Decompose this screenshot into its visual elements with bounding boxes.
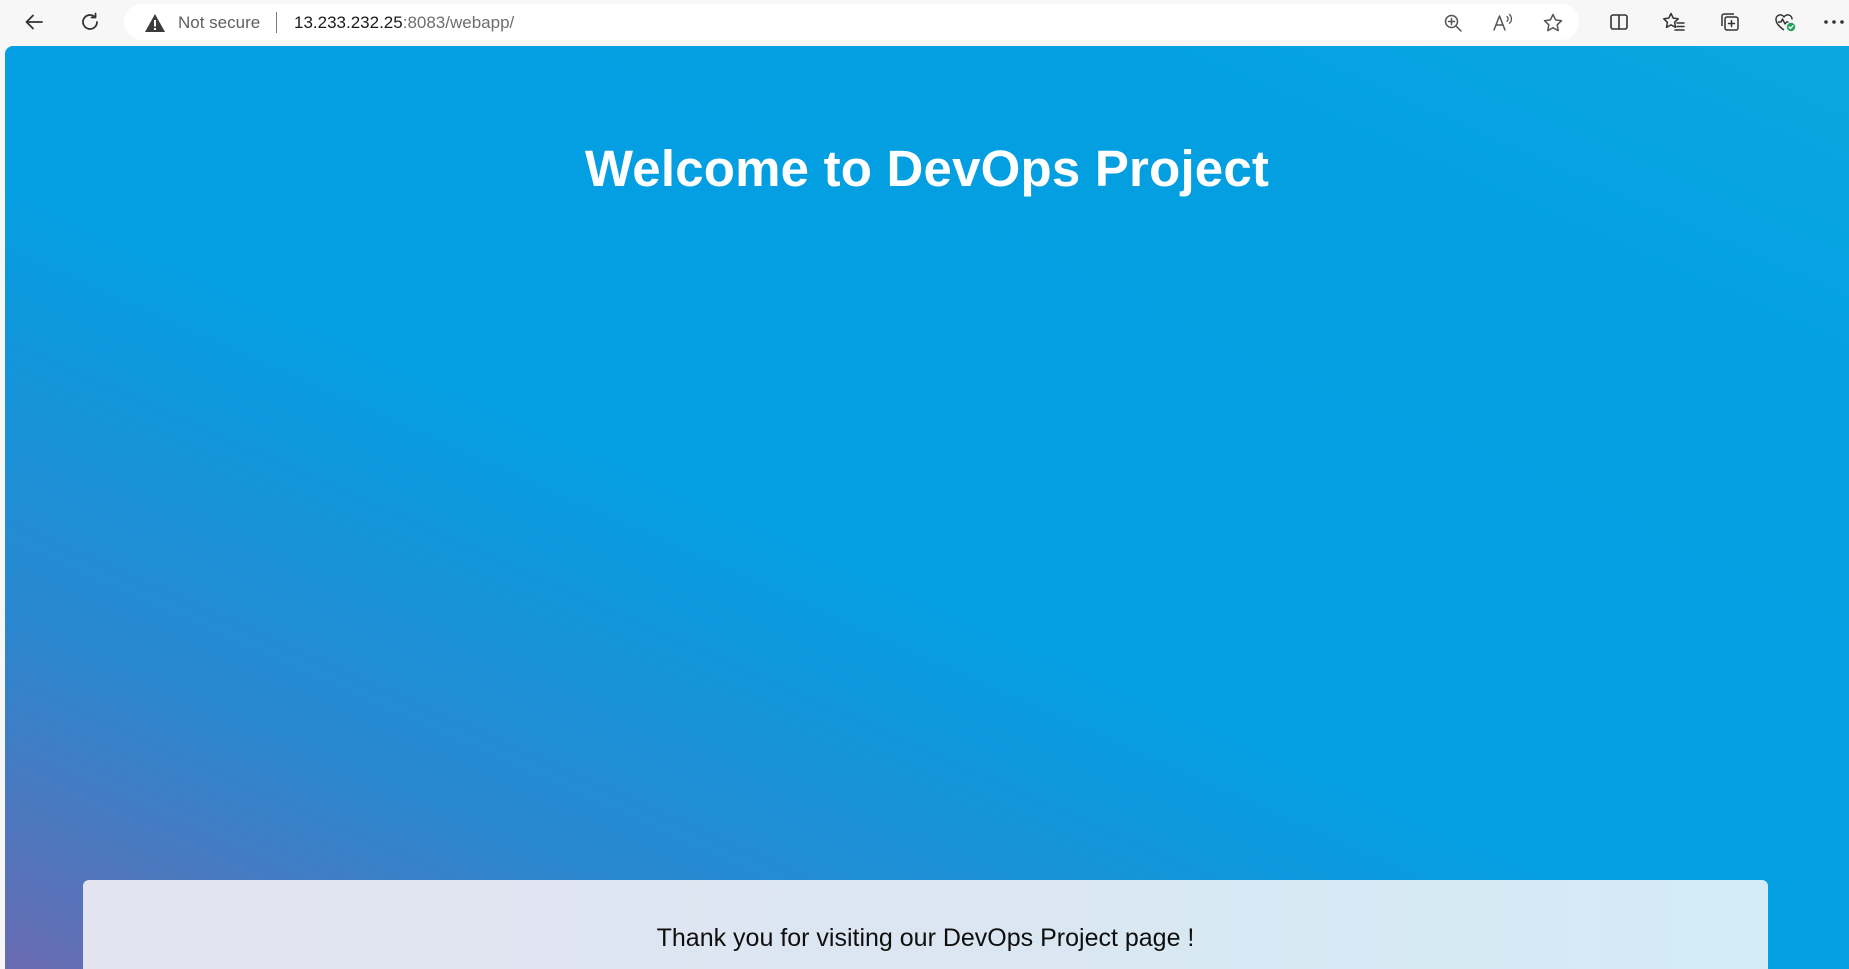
address-bar[interactable]: Not secure 13.233.232.25:8083/webapp/ <box>124 4 1579 40</box>
browser-essentials-button[interactable] <box>1767 6 1803 38</box>
security-status-label[interactable]: Not secure <box>178 13 260 33</box>
favorites-icon <box>1662 11 1686 33</box>
read-aloud-icon[interactable] <box>1488 10 1518 36</box>
collections-button[interactable] <box>1712 6 1748 38</box>
back-arrow-icon <box>23 11 45 33</box>
footer-card: Thank you for visiting our DevOps Projec… <box>83 880 1768 969</box>
split-screen-icon <box>1608 11 1630 33</box>
favorites-button[interactable] <box>1656 6 1692 38</box>
more-menu-button[interactable] <box>1819 6 1849 38</box>
page-title: Welcome to DevOps Project <box>584 140 1270 197</box>
url-host: 13.233.232.25 <box>294 13 403 32</box>
address-separator <box>276 12 277 33</box>
page-viewport: Welcome to DevOps Project Thank you for … <box>5 46 1849 969</box>
warning-triangle-icon[interactable] <box>144 13 166 33</box>
refresh-button[interactable] <box>72 6 108 38</box>
more-menu-icon <box>1822 18 1846 26</box>
back-button[interactable] <box>16 6 52 38</box>
refresh-icon <box>79 11 101 33</box>
browser-essentials-icon <box>1773 11 1797 33</box>
collections-icon <box>1719 11 1741 33</box>
footer-message: Thank you for visiting our DevOps Projec… <box>656 924 1195 952</box>
split-screen-button[interactable] <box>1601 6 1637 38</box>
star-icon[interactable] <box>1538 10 1568 36</box>
url-path: :8083/webapp/ <box>402 13 515 32</box>
url-text[interactable]: 13.233.232.25:8083/webapp/ <box>294 13 514 33</box>
browser-toolbar: Not secure 13.233.232.25:8083/webapp/ <box>0 0 1849 44</box>
zoom-in-icon[interactable] <box>1438 10 1468 36</box>
